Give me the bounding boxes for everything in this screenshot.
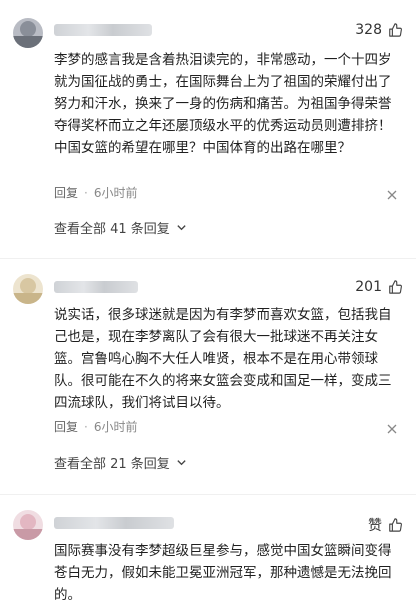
like-count: 201 [355,279,382,295]
avatar[interactable] [13,274,43,304]
like-label: 赞 [368,518,382,534]
avatar[interactable] [13,18,43,48]
chevron-down-icon [177,460,186,466]
view-all-label: 查看全部 41 条回复 [54,222,170,237]
comment-text: 国际赛事没有李梦超级巨星参与，感觉中国女篮瞬间变得苍白无力，假如未能卫冕亚洲冠军… [54,543,392,603]
reply-button[interactable]: 回复 [54,184,78,201]
divider [0,494,416,495]
more-dots-icon [387,190,397,200]
divider [0,258,416,259]
thumbs-up-icon [389,23,402,37]
reply-button[interactable]: 回复 [54,418,78,435]
timestamp: 6小时前 [93,420,138,434]
more-button[interactable] [386,186,398,200]
separator-dot: · [84,419,88,434]
more-button[interactable] [386,420,398,434]
username[interactable] [54,517,174,529]
more-dots-icon [387,424,397,434]
thumbs-up-icon [389,280,402,294]
comment-meta: 回复 · 6小时前 [54,184,137,201]
view-all-replies[interactable]: 查看全部 41 条回复 [54,218,187,237]
view-all-replies[interactable]: 查看全部 21 条回复 [54,453,187,472]
like-button[interactable]: 赞 [368,515,402,535]
timestamp: 6小时前 [93,186,138,200]
view-all-label: 查看全部 21 条回复 [54,457,170,472]
thumbs-up-icon [389,518,402,532]
like-button[interactable]: 201 [355,279,402,295]
comment-text: 说实话，很多球迷就是因为有李梦而喜欢女篮，包括我自己也是，现在李梦离队了会有很大… [54,307,392,411]
chevron-down-icon [177,225,186,231]
comment-text: 李梦的感言我是含着热泪读完的，非常感动，一个十四岁就为国征战的勇士，在国际舞台上… [54,52,392,156]
separator-dot: · [84,185,88,200]
avatar[interactable] [13,510,43,540]
like-button[interactable]: 328 [355,22,402,38]
like-count: 328 [355,22,382,38]
username[interactable] [54,281,138,293]
username[interactable] [54,24,152,36]
comment-meta: 回复 · 6小时前 [54,418,137,435]
